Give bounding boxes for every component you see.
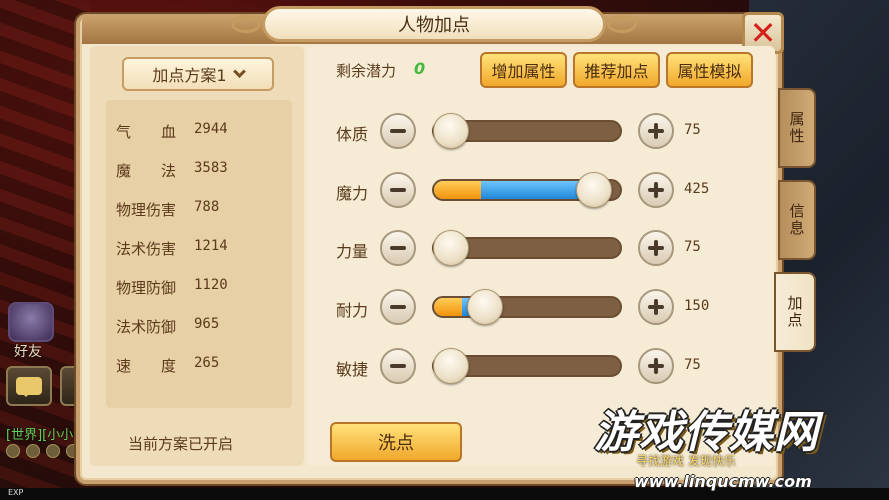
increase-button[interactable] xyxy=(638,172,674,208)
add-attribute-button[interactable]: 增加属性 xyxy=(480,52,567,88)
minus-icon xyxy=(390,364,406,368)
attribute-label: 耐力 xyxy=(336,301,369,320)
increase-button[interactable] xyxy=(638,289,674,325)
stat-row: 法术防御 965 xyxy=(116,316,219,337)
attribute-value: 75 xyxy=(684,239,701,255)
stat-row: 魔 法 3583 xyxy=(116,160,228,181)
stat-row: 物理防御 1120 xyxy=(116,277,228,298)
world-channel-tag: [世界] xyxy=(6,428,43,443)
increase-button[interactable] xyxy=(638,348,674,384)
minus-icon xyxy=(390,129,406,133)
plus-icon xyxy=(648,182,664,198)
attribute-label: 体质 xyxy=(336,125,369,144)
stat-row: 法术伤害 1214 xyxy=(116,238,228,259)
stat-value: 965 xyxy=(194,316,220,332)
stat-name: 速 度 xyxy=(116,357,177,375)
slider-fill-base xyxy=(434,181,481,199)
decrease-button[interactable] xyxy=(380,289,416,325)
plus-icon xyxy=(648,358,664,374)
tab-info[interactable]: 信息 xyxy=(778,180,816,260)
attribute-label: 魔力 xyxy=(336,184,369,203)
site-watermark: 游戏传媒网 寻找游戏 发现快乐 www.linqucmw.com xyxy=(594,396,884,496)
stat-value: 265 xyxy=(194,355,220,371)
attribute-label: 敏捷 xyxy=(336,360,369,379)
stat-value: 3583 xyxy=(194,160,228,176)
watermark-title: 游戏传媒网 xyxy=(594,407,819,458)
stat-name: 法术防御 xyxy=(116,318,177,336)
stat-row: 速 度 265 xyxy=(116,355,219,376)
attribute-value: 75 xyxy=(684,357,701,373)
potential-value: 0 xyxy=(414,59,426,78)
chat-button[interactable] xyxy=(6,366,52,406)
emote-grid xyxy=(6,444,82,458)
slider-handle[interactable] xyxy=(467,289,504,325)
increase-button[interactable] xyxy=(638,113,674,149)
slider-fill-base xyxy=(434,298,462,316)
window-title: 人物加点 xyxy=(398,15,470,36)
close-icon: ✕ xyxy=(749,14,777,52)
attribute-value: 150 xyxy=(684,298,710,314)
plan-dropdown-value: 加点方案1 xyxy=(152,66,227,85)
attribute-label: 力量 xyxy=(336,242,369,261)
stat-name: 物理防御 xyxy=(116,279,177,297)
attribute-value: 425 xyxy=(684,181,710,197)
potential-label: 剩余潜力 xyxy=(336,62,397,80)
minus-icon xyxy=(390,246,406,250)
stat-row: 物理伤害 788 xyxy=(116,199,219,220)
stat-name: 气 血 xyxy=(116,123,177,141)
exp-label: EXP xyxy=(8,488,24,497)
watermark-slogan: 寻找游戏 发现快乐 xyxy=(636,454,736,468)
emote-icon[interactable] xyxy=(46,444,60,458)
decrease-button[interactable] xyxy=(380,172,416,208)
slider-handle[interactable] xyxy=(433,230,469,266)
decrease-button[interactable] xyxy=(380,230,416,266)
attribute-slider-track[interactable] xyxy=(432,296,622,318)
reset-points-button[interactable]: 洗点 xyxy=(330,422,462,462)
stat-name: 物理伤害 xyxy=(116,201,177,219)
plus-icon xyxy=(648,123,664,139)
slider-handle[interactable] xyxy=(433,113,469,149)
stat-value: 1214 xyxy=(194,238,228,254)
watermark-url: www.linqucmw.com xyxy=(634,472,812,491)
plan-dropdown[interactable]: 加点方案1 xyxy=(122,57,274,91)
plus-icon xyxy=(648,299,664,315)
tab-add-points[interactable]: 加点 xyxy=(774,272,816,352)
plan-status-text: 当前方案已开启 xyxy=(128,435,234,453)
simulate-attribute-button[interactable]: 属性模拟 xyxy=(666,52,753,88)
slider-handle[interactable] xyxy=(433,348,469,384)
title-plaque: 人物加点 xyxy=(231,6,637,42)
chevron-down-icon xyxy=(232,64,246,78)
decrease-button[interactable] xyxy=(380,348,416,384)
emote-icon[interactable] xyxy=(6,444,20,458)
stat-value: 1120 xyxy=(194,277,228,293)
increase-button[interactable] xyxy=(638,230,674,266)
stat-value: 2944 xyxy=(194,121,228,137)
plus-icon xyxy=(648,240,664,256)
chat-bubble-icon xyxy=(16,377,42,397)
stat-name: 法术伤害 xyxy=(116,240,177,258)
scroll-ornament-right xyxy=(607,15,637,33)
slider-handle[interactable] xyxy=(575,172,612,208)
minus-icon xyxy=(390,188,406,192)
stat-row: 气 血 2944 xyxy=(116,121,228,142)
emote-icon[interactable] xyxy=(26,444,40,458)
decrease-button[interactable] xyxy=(380,113,416,149)
world-chat-text: [小小 xyxy=(42,428,74,443)
tab-attributes[interactable]: 属性 xyxy=(778,88,816,168)
friend-avatar-button[interactable] xyxy=(8,302,54,342)
world-chat-line[interactable]: [世界][小小 xyxy=(6,424,73,443)
friend-label: 好友 xyxy=(14,344,42,360)
scroll-ornament-left xyxy=(231,15,261,33)
stat-value: 788 xyxy=(194,199,220,215)
minus-icon xyxy=(390,305,406,309)
recommend-points-button[interactable]: 推荐加点 xyxy=(573,52,660,88)
stat-name: 魔 法 xyxy=(116,162,177,180)
attribute-value: 75 xyxy=(684,122,701,138)
